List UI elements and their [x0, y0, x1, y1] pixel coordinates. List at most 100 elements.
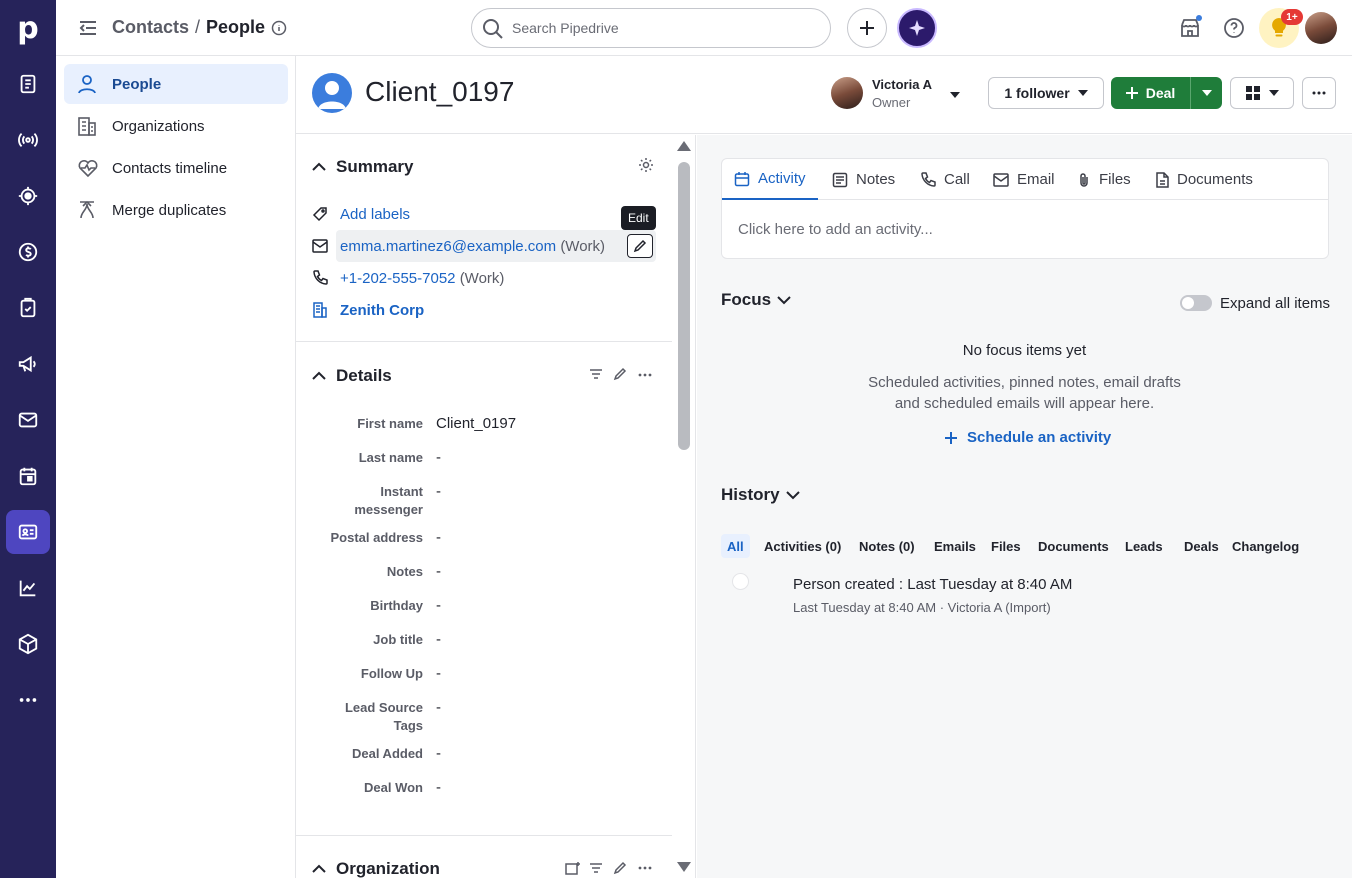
info-icon[interactable] [271, 20, 287, 36]
ai-assistant-button[interactable] [897, 8, 937, 48]
activity-panel: Activity Notes Call Email Files Document… [697, 135, 1352, 878]
phone-value-row: +1-202-555-7052 (Work) [340, 270, 504, 287]
details-section-header[interactable]: Details [312, 366, 392, 386]
edit-email-button[interactable] [627, 234, 653, 258]
focus-header[interactable]: Focus [721, 290, 791, 310]
products-icon[interactable] [6, 622, 50, 666]
owner-name[interactable]: Victoria A [872, 77, 932, 92]
history-filter-all[interactable]: All [721, 534, 750, 558]
field-label: Deal Won [364, 780, 423, 795]
insights-icon[interactable] [6, 566, 50, 610]
field-value[interactable]: - [436, 631, 441, 648]
quick-add-button[interactable] [847, 8, 887, 48]
history-filter-emails[interactable]: Emails [928, 534, 982, 558]
add-deal-button[interactable]: Deal [1111, 77, 1190, 109]
marketplace-icon[interactable] [1176, 14, 1204, 42]
organization-section-header[interactable]: Organization [312, 859, 440, 878]
subnav-item-label: Contacts timeline [112, 159, 228, 177]
field-value[interactable]: - [436, 745, 441, 762]
user-avatar[interactable] [1305, 12, 1337, 44]
followers-button[interactable]: 1 follower [988, 77, 1104, 109]
focus-empty-title: No focus items yet [962, 342, 1087, 359]
tab-notes[interactable]: Notes [832, 159, 895, 200]
sales-icon[interactable] [6, 230, 50, 274]
field-value[interactable]: Client_0197 [436, 415, 516, 432]
add-labels-link[interactable]: Add labels [340, 206, 410, 223]
field-value[interactable]: - [436, 483, 441, 500]
field-value[interactable]: - [436, 449, 441, 466]
subnav-item-contacts-timeline[interactable]: Contacts timeline [64, 148, 288, 188]
details-panel: Summary Add labels emma.martinez6@exampl… [296, 135, 696, 878]
tab-call[interactable]: Call [920, 159, 970, 200]
subnav-item-merge-duplicates[interactable]: Merge duplicates [64, 190, 288, 230]
search-input[interactable]: Search Pipedrive [471, 8, 831, 48]
scrollbar-thumb[interactable] [678, 162, 690, 450]
pipedrive-logo[interactable]: p [0, 0, 56, 56]
history-filter-documents[interactable]: Documents [1032, 534, 1115, 558]
field-value[interactable]: - [436, 597, 441, 614]
field-value[interactable]: - [436, 699, 441, 716]
tab-email[interactable]: Email [993, 159, 1055, 200]
campaigns-icon[interactable] [6, 342, 50, 386]
summary-section-header[interactable]: Summary [312, 157, 413, 177]
field-value[interactable]: - [436, 529, 441, 546]
filter-icon[interactable] [589, 862, 603, 874]
pencil-icon[interactable] [613, 861, 627, 875]
subnav-item-organizations[interactable]: Organizations [64, 106, 288, 146]
leads-icon[interactable] [6, 118, 50, 162]
deals-icon[interactable] [6, 62, 50, 106]
field-value[interactable]: - [436, 779, 441, 796]
pencil-icon[interactable] [613, 367, 627, 381]
more-icon[interactable] [638, 373, 652, 377]
page-title[interactable]: Client_0197 [365, 76, 514, 108]
filter-icon[interactable] [589, 368, 603, 380]
tasks-icon[interactable] [6, 286, 50, 330]
scroll-up-icon[interactable] [677, 141, 691, 151]
expand-all-toggle[interactable] [1180, 295, 1212, 311]
field-value[interactable]: - [436, 665, 441, 682]
subnav-item-people[interactable]: People [64, 64, 288, 104]
contacts-icon[interactable] [6, 510, 50, 554]
scroll-down-icon[interactable] [677, 862, 691, 872]
history-filter-files[interactable]: Files [985, 534, 1027, 558]
owner-dropdown-icon[interactable] [949, 91, 961, 99]
view-options-button[interactable] [1230, 77, 1294, 109]
field-label: Birthday [370, 598, 423, 613]
mail-icon[interactable] [6, 398, 50, 442]
tab-documents[interactable]: Documents [1155, 159, 1253, 200]
history-filter-leads[interactable]: Leads [1119, 534, 1169, 558]
history-filter-deals[interactable]: Deals [1178, 534, 1225, 558]
more-actions-button[interactable] [1302, 77, 1336, 109]
gear-icon[interactable] [638, 157, 654, 173]
more-icon [1312, 91, 1326, 95]
history-filter-activities[interactable]: Activities (0) [758, 534, 847, 558]
breadcrumb: Contacts / People [112, 17, 287, 38]
focus-icon[interactable] [6, 174, 50, 218]
activity-input[interactable]: Click here to add an activity... [738, 221, 933, 238]
field-value[interactable]: - [436, 563, 441, 580]
history-filter-changelog[interactable]: Changelog [1226, 534, 1305, 558]
more-icon[interactable] [638, 866, 652, 870]
help-icon[interactable] [1220, 14, 1248, 42]
phone-type: (Work) [459, 270, 505, 287]
collapse-menu-icon[interactable] [78, 18, 98, 38]
breadcrumb-current: People [206, 17, 266, 37]
calendar-icon[interactable] [6, 454, 50, 498]
owner-avatar [831, 77, 863, 109]
breadcrumb-contacts[interactable]: Contacts [112, 17, 189, 38]
more-icon[interactable] [6, 678, 50, 722]
deal-options-button[interactable] [1190, 77, 1222, 109]
history-filter-notes[interactable]: Notes (0) [853, 534, 921, 558]
history-header[interactable]: History [721, 485, 800, 505]
schedule-activity-link[interactable]: Schedule an activity [945, 429, 1111, 446]
organization-link[interactable]: Zenith Corp [340, 302, 424, 319]
tab-activity[interactable]: Activity [722, 159, 818, 200]
focus-desc-line-2: and scheduled emails will appear here. [894, 395, 1155, 412]
tag-icon [312, 206, 328, 222]
schedule-activity-label: Schedule an activity [967, 429, 1112, 446]
tab-files[interactable]: Files [1077, 159, 1131, 200]
phone-link[interactable]: +1-202-555-7052 [340, 270, 456, 287]
email-link[interactable]: emma.martinez6@example.com [340, 238, 556, 255]
add-organization-icon[interactable] [565, 861, 581, 875]
history-heading: History [721, 485, 780, 504]
